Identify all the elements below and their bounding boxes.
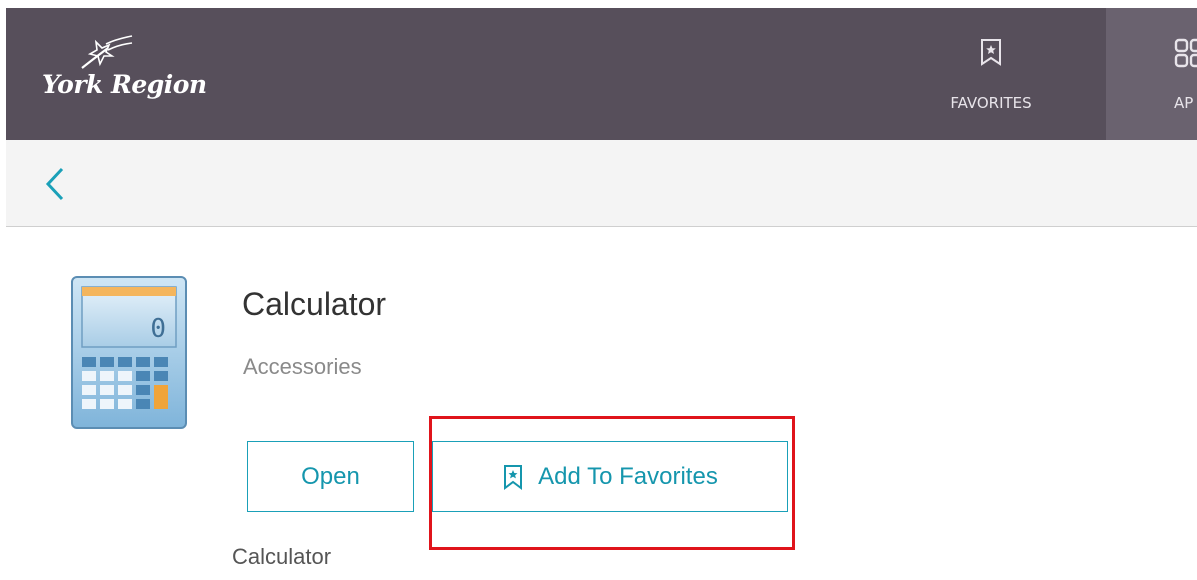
york-region-logo[interactable]: York Region xyxy=(42,32,262,122)
star-swoosh-icon xyxy=(81,35,133,69)
open-button-label: Open xyxy=(301,462,360,490)
calc-display: 0 xyxy=(150,314,166,344)
app-title: Calculator xyxy=(242,286,387,322)
page: York Region FAVORITES AP 0 Calculator Ac… xyxy=(0,0,1197,580)
open-button[interactable]: Open xyxy=(247,441,414,512)
nav-favorites-label: FAVORITES xyxy=(950,94,1032,112)
app-category: Accessories xyxy=(243,354,362,379)
top-header: York Region FAVORITES AP xyxy=(6,8,1197,140)
bookmark-star-icon xyxy=(504,464,523,490)
sub-toolbar xyxy=(6,140,1197,227)
app-description: Calculator xyxy=(232,544,332,569)
nav-apps[interactable]: AP xyxy=(1106,8,1197,140)
calculator-icon: 0 xyxy=(71,276,187,429)
logo-text: York Region xyxy=(42,70,207,99)
add-to-favorites-button[interactable]: Add To Favorites xyxy=(432,441,788,512)
nav-favorites[interactable]: FAVORITES xyxy=(911,8,1071,140)
nav-apps-label: AP xyxy=(1174,94,1194,112)
add-to-favorites-label: Add To Favorites xyxy=(538,462,718,490)
chevron-left-icon[interactable] xyxy=(40,165,70,203)
bookmark-star-icon xyxy=(981,39,1001,66)
apps-grid-icon xyxy=(1174,38,1197,68)
